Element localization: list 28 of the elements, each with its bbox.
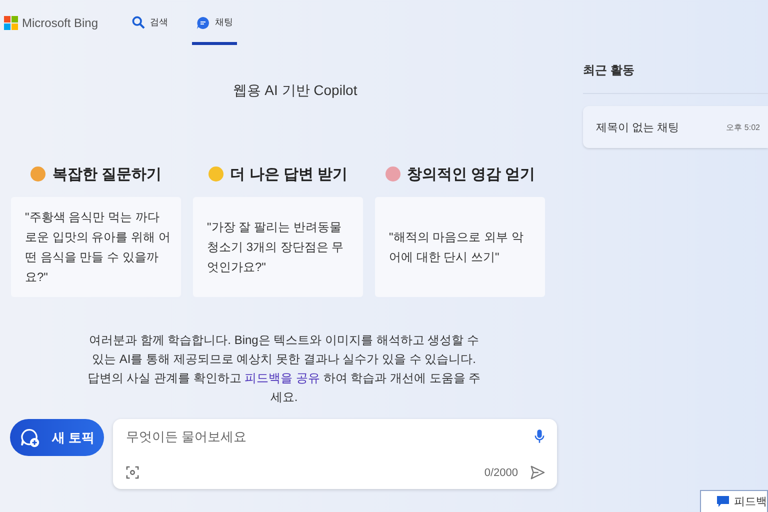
new-chat-icon (20, 428, 40, 448)
prompt-card[interactable]: "해적의 마음으로 외부 악어에 대한 단시 쓰기" (375, 197, 545, 297)
comment-icon (717, 496, 729, 507)
feedback-link[interactable]: 피드백을 공유 (244, 371, 320, 385)
recent-chat-item[interactable]: 제목이 없는 채팅 오후 5:02 (583, 106, 768, 148)
category-title: 창의적인 영감 얻기 (406, 164, 536, 184)
chat-input[interactable]: 무엇이든 물어보세요 (126, 427, 534, 446)
recent-title: 최근 활동 (583, 62, 636, 79)
new-topic-button[interactable]: 새 토픽 (10, 419, 104, 456)
nav-tab[interactable]: 검색 (128, 2, 172, 44)
nav-tab[interactable]: 채팅 (192, 2, 238, 44)
brand-name: Microsoft Bing (22, 16, 98, 30)
category-title: 복잡한 질문하기 (52, 164, 162, 184)
chat-title: 제목이 없는 채팅 (596, 120, 680, 134)
send-icon[interactable] (530, 465, 545, 480)
disclaimer-text: 여러분과 함께 학습합니다. Bing은 텍스트와 이미지를 해석하고 생성할 수 있는 AI를 통해 제공되므로 예상치 못한 결과나 실수가 있을 수 있습니다. 답변의 사실 관계를 확인하고 피드백을 공유 하여 학습과 개선에 도움을 주세요. (86, 332, 482, 406)
search-icon (132, 16, 146, 29)
logo-icon (4, 16, 18, 30)
microphone-icon[interactable] (534, 429, 545, 444)
feedback-button[interactable]: 피드백 (700, 490, 768, 512)
prompt-card[interactable]: "주황색 음식만 먹는 까다로운 입맛의 유아를 위해 어떤 음식을 만들 수 있을까요?" (11, 197, 181, 297)
prompt-card[interactable]: "가장 잘 팔리는 반려동물 청소기 3개의 장단점은 무엇인가요?" (193, 197, 363, 297)
image-scan-icon[interactable] (126, 466, 139, 479)
chat-icon (196, 16, 210, 30)
subtitle: 웹용 AI 기반 Copilot (232, 82, 358, 100)
character-counter: 0/2000 (484, 466, 518, 478)
chat-time: 오후 5:02 (726, 122, 760, 132)
category-title: 더 나은 답변 받기 (230, 164, 348, 184)
